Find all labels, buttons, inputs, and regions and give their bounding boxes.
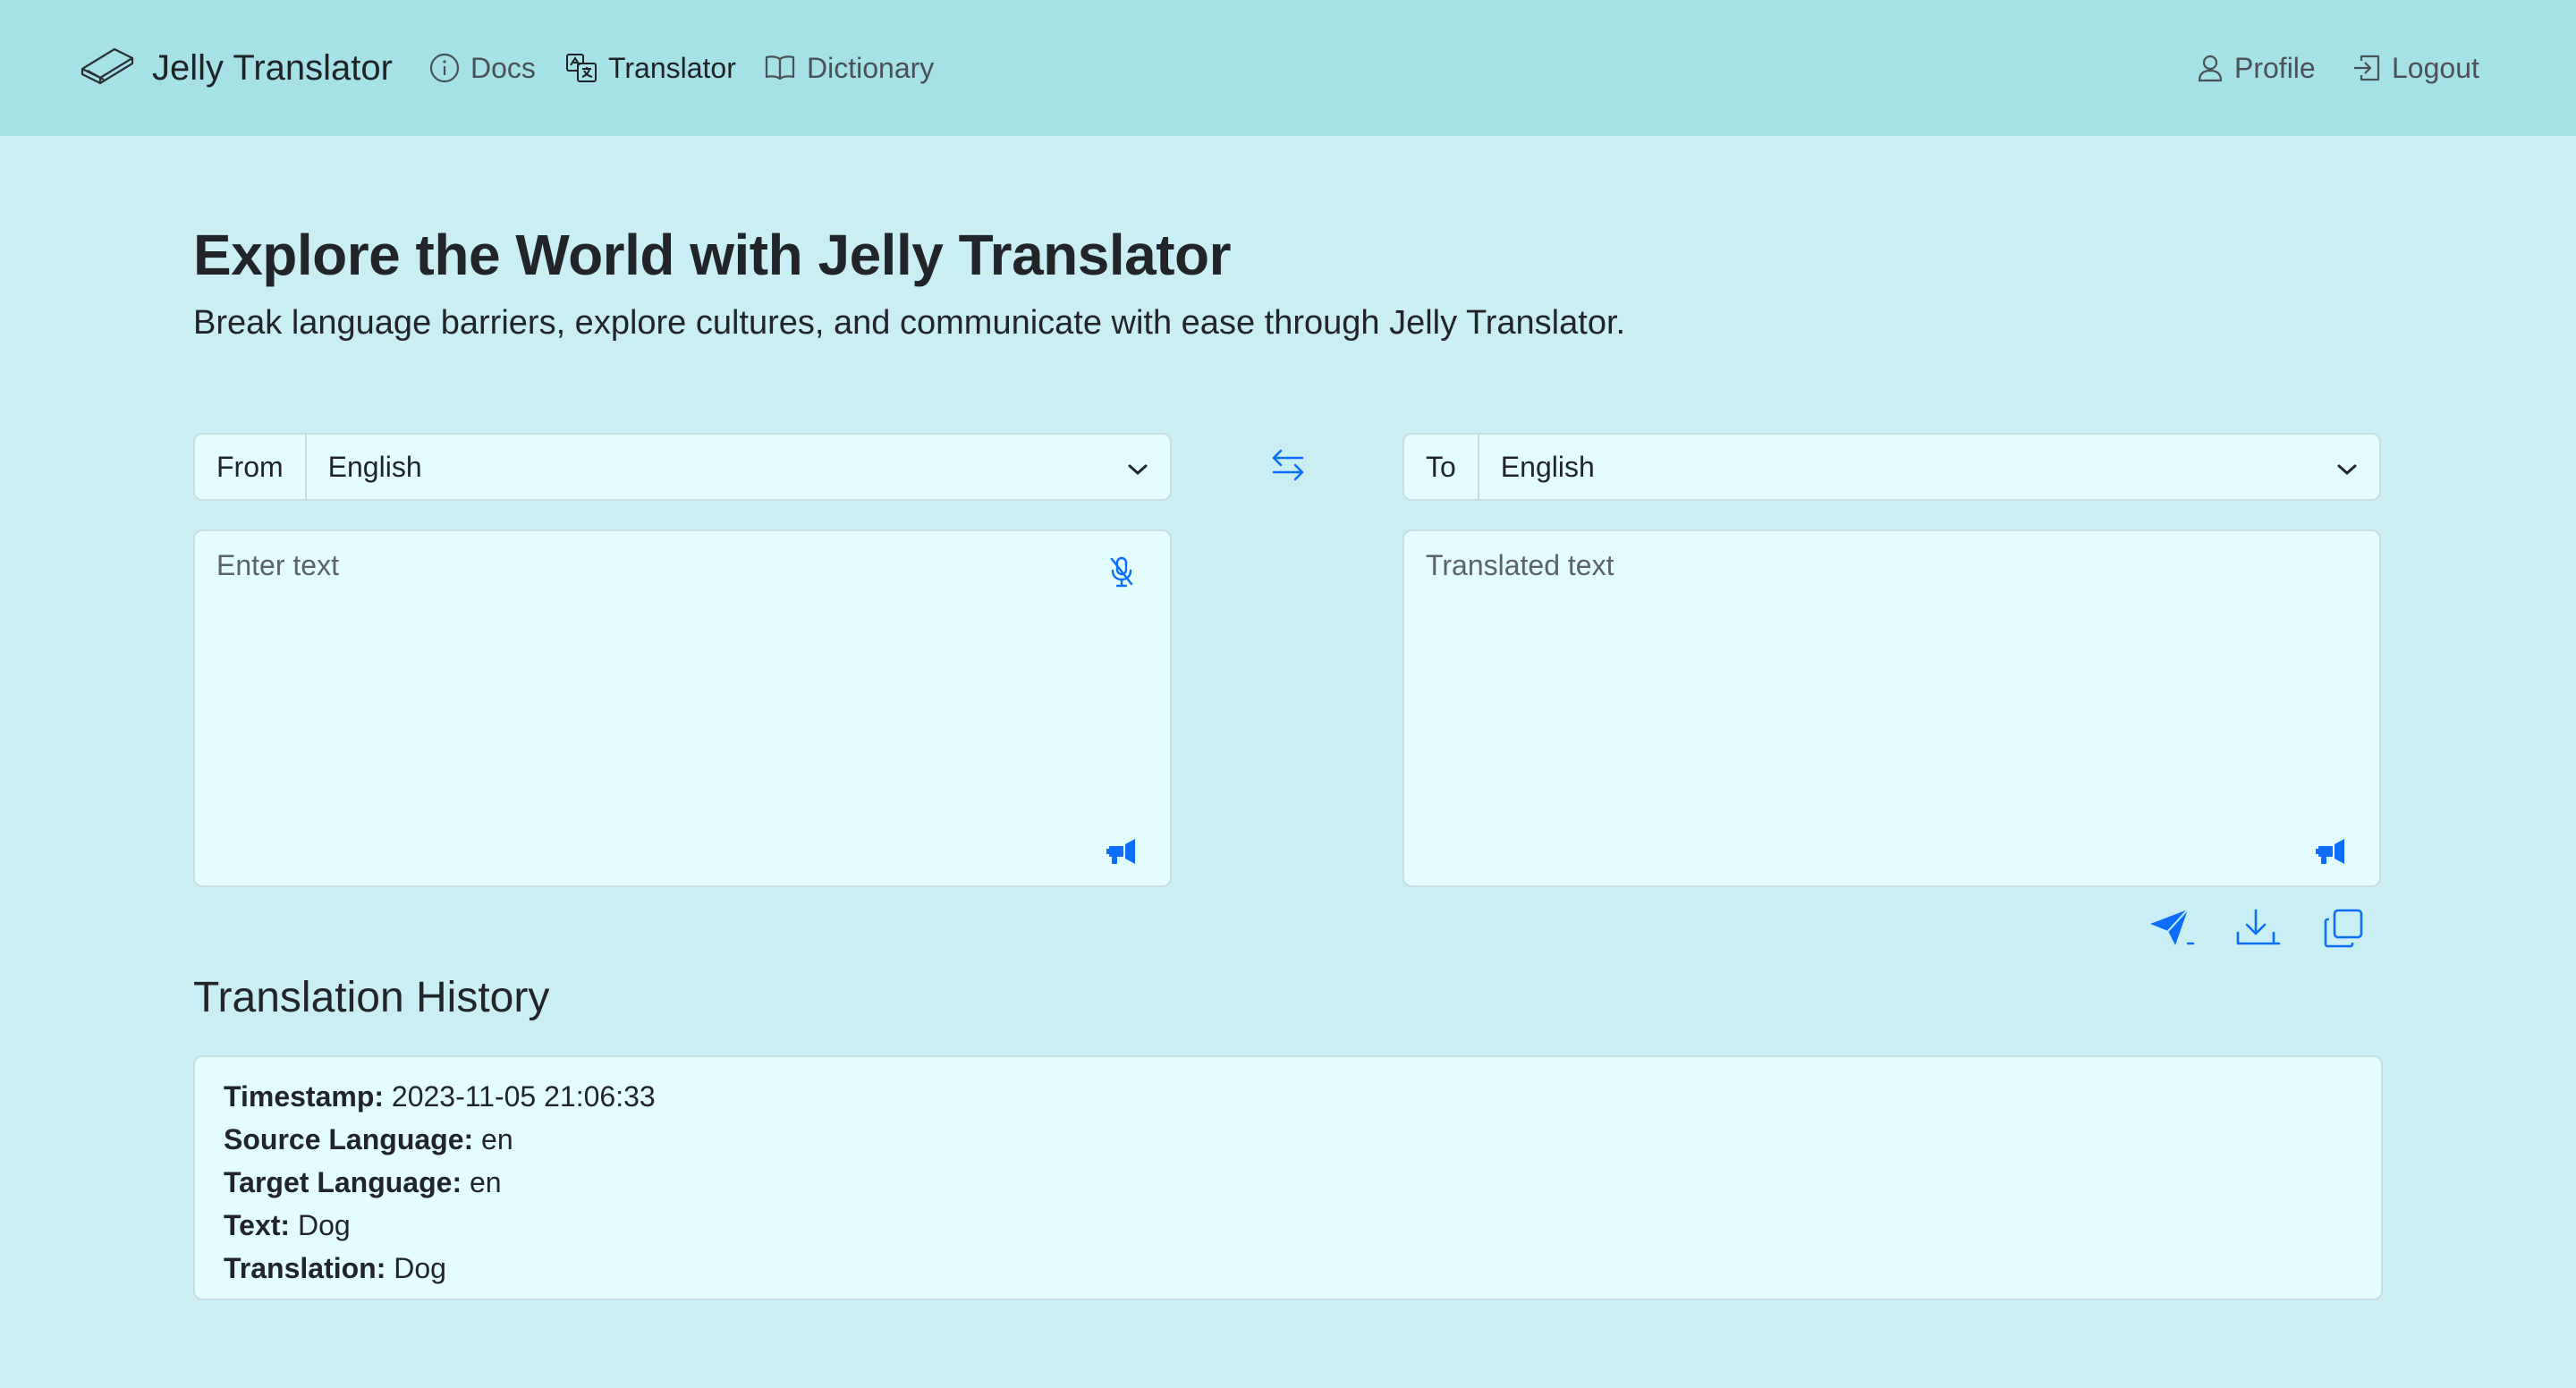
- history-text-label: Text:: [224, 1209, 291, 1241]
- history-timestamp-label: Timestamp:: [224, 1080, 385, 1113]
- history-source-value: en: [481, 1123, 513, 1155]
- nav-docs[interactable]: Docs: [429, 47, 536, 89]
- person-icon: [2197, 54, 2224, 82]
- history-text: Text: Dog: [224, 1204, 2352, 1247]
- info-circle-icon: [429, 53, 460, 83]
- page-title: Explore the World with Jelly Translator: [193, 223, 1232, 287]
- copy-button[interactable]: [2315, 905, 2372, 955]
- source-text-input[interactable]: Enter text: [193, 529, 1172, 887]
- target-language-value: English: [1500, 450, 1595, 483]
- nav-profile-label: Profile: [2234, 51, 2316, 84]
- source-language-value: English: [327, 450, 422, 483]
- source-language-group: From English: [193, 433, 1172, 501]
- navbar: Jelly Translator Docs Translator Diction…: [0, 0, 2576, 136]
- nav-docs-label: Docs: [470, 51, 536, 84]
- nav-dictionary-label: Dictionary: [807, 51, 935, 84]
- source-text-placeholder: Enter text: [216, 549, 339, 581]
- swap-languages-button[interactable]: [1267, 444, 1309, 490]
- history-entry: Timestamp: 2023-11-05 21:06:33 Source La…: [193, 1055, 2383, 1300]
- send-icon: [2148, 908, 2195, 953]
- history-translation-value: Dog: [394, 1252, 446, 1284]
- speak-source-button[interactable]: [1102, 834, 1141, 873]
- brand-name: Jelly Translator: [152, 47, 393, 88]
- translate-send-button[interactable]: [2143, 905, 2200, 955]
- history-title: Translation History: [193, 974, 550, 1021]
- history-translation-label: Translation:: [224, 1252, 386, 1284]
- nav-dictionary[interactable]: Dictionary: [764, 47, 934, 89]
- megaphone-icon: [1106, 837, 1138, 870]
- history-translation: Translation: Dog: [224, 1247, 2352, 1290]
- history-timestamp: Timestamp: 2023-11-05 21:06:33: [224, 1075, 2352, 1118]
- history-timestamp-value: 2023-11-05 21:06:33: [391, 1080, 656, 1113]
- history-source-label: Source Language:: [224, 1123, 474, 1155]
- target-language-label: To: [1404, 435, 1479, 499]
- mic-mute-icon: [1109, 556, 1134, 593]
- history-target-label: Target Language:: [224, 1166, 462, 1198]
- nav-logout-label: Logout: [2392, 51, 2479, 84]
- source-language-select[interactable]: English: [307, 435, 1170, 499]
- download-button[interactable]: [2229, 905, 2286, 955]
- history-source-language: Source Language: en: [224, 1118, 2352, 1161]
- source-language-label: From: [195, 435, 307, 499]
- microphone-button[interactable]: [1104, 554, 1140, 594]
- translated-text-placeholder: Translated text: [1426, 549, 1614, 581]
- nav-profile[interactable]: Profile: [2197, 47, 2316, 89]
- history-target-value: en: [469, 1166, 502, 1198]
- box-arrow-in-right-icon: [2352, 54, 2381, 82]
- chevron-down-icon: [2336, 451, 2358, 484]
- translate-icon: [565, 53, 597, 83]
- megaphone-icon: [2315, 837, 2347, 870]
- page-subtitle: Break language barriers, explore culture…: [193, 304, 1626, 342]
- speak-target-button[interactable]: [2311, 834, 2351, 873]
- brand-link[interactable]: Jelly Translator: [79, 39, 393, 97]
- chevron-down-icon: [1127, 451, 1148, 484]
- translated-text-output[interactable]: Translated text: [1402, 529, 2381, 887]
- history-target-language: Target Language: en: [224, 1161, 2352, 1204]
- download-icon: [2234, 908, 2281, 953]
- swap-arrows-icon: [1270, 445, 1306, 489]
- book-icon: [764, 54, 796, 82]
- nav-logout[interactable]: Logout: [2352, 47, 2479, 89]
- target-language-group: To English: [1402, 433, 2381, 501]
- nav-translator-label: Translator: [608, 51, 736, 84]
- history-text-value: Dog: [297, 1209, 351, 1241]
- target-language-select[interactable]: English: [1479, 435, 2379, 499]
- copy-icon: [2323, 908, 2364, 953]
- eraser-logo-icon: [79, 42, 136, 94]
- nav-translator[interactable]: Translator: [565, 47, 736, 89]
